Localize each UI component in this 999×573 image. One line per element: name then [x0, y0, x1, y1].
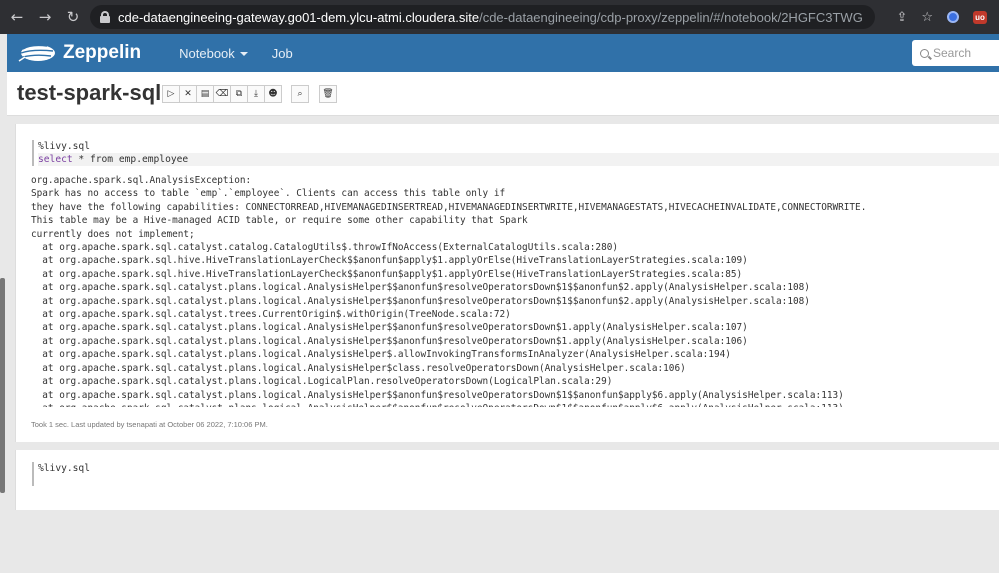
browser-toolbar: ← → ↻ cde-dataengineeing-gateway.go01-de… [0, 0, 999, 34]
search-icon [920, 48, 929, 58]
code-text: * from emp.employee [72, 154, 189, 165]
clear-output-button[interactable]: ⌫ [213, 85, 231, 103]
paragraph-footer: Took 1 sec. Last updated by tsenapati at… [31, 420, 268, 429]
code-editor[interactable]: %livy.sql [32, 462, 90, 486]
notebook-toolbar: ▷ ✕ ▤ ⌫ ⧉ ⤓ ☻ ⌕ 🗑 [162, 85, 337, 103]
search-input[interactable]: Search [912, 40, 999, 66]
hide-code-button[interactable]: ✕ [179, 85, 197, 103]
users-button[interactable]: ☻ [264, 85, 282, 103]
url-path: /cde-dataengineeing/cdp-proxy/zeppelin/#… [479, 9, 863, 25]
clone-notebook-button[interactable]: ⧉ [230, 85, 248, 103]
notebook-menu[interactable]: Notebook [179, 46, 248, 61]
code-line: %livy.sql [38, 463, 90, 474]
ublock-extension-icon[interactable]: uo [973, 10, 987, 24]
lock-icon [100, 11, 110, 23]
sql-keyword: select [38, 154, 73, 165]
reload-icon[interactable]: ↻ [62, 6, 84, 28]
trash-icon[interactable]: 🗑 [319, 85, 337, 103]
url-host: cde-dataengineeing-gateway.go01-dem.ylcu… [118, 9, 480, 25]
search-code-button[interactable]: ⌕ [291, 85, 309, 103]
run-all-button[interactable]: ▷ [162, 85, 180, 103]
export-notebook-button[interactable]: ⤓ [247, 85, 265, 103]
zeppelin-navbar: Zeppelin Notebook Job Search [7, 34, 999, 72]
notebook-menu-label: Notebook [179, 45, 235, 61]
paragraph-1: %livy.sql select * from emp.employee org… [15, 124, 999, 442]
code-line-active: select * from emp.employee [38, 153, 999, 166]
code-line: %livy.sql [38, 141, 90, 152]
page-title[interactable]: test-spark-sql [17, 80, 161, 106]
paragraph-output: org.apache.spark.sql.AnalysisException: … [31, 175, 867, 407]
hide-output-button[interactable]: ▤ [196, 85, 214, 103]
paragraph-2: %livy.sql [15, 450, 999, 510]
back-arrow-icon[interactable]: ← [6, 6, 28, 28]
chevron-down-icon [239, 52, 248, 57]
brand-name[interactable]: Zeppelin [63, 42, 141, 64]
browser-actions: ⇪ ☆ uo [896, 0, 999, 34]
address-bar[interactable]: cde-dataengineeing-gateway.go01-dem.ylcu… [90, 5, 875, 29]
extension-blue-icon[interactable] [947, 11, 959, 23]
page-scrollbar[interactable] [0, 278, 5, 493]
notebook-header: test-spark-sql ▷ ✕ ▤ ⌫ ⧉ ⤓ ☻ ⌕ 🗑 [7, 72, 999, 116]
bookmark-star-icon[interactable]: ☆ [921, 10, 933, 25]
zeppelin-logo-icon[interactable] [17, 41, 57, 65]
code-editor[interactable]: %livy.sql select * from emp.employee [32, 140, 999, 166]
search-placeholder: Search [933, 46, 972, 60]
forward-arrow-icon[interactable]: → [34, 6, 56, 28]
share-icon[interactable]: ⇪ [896, 10, 907, 25]
job-link[interactable]: Job [272, 46, 293, 61]
